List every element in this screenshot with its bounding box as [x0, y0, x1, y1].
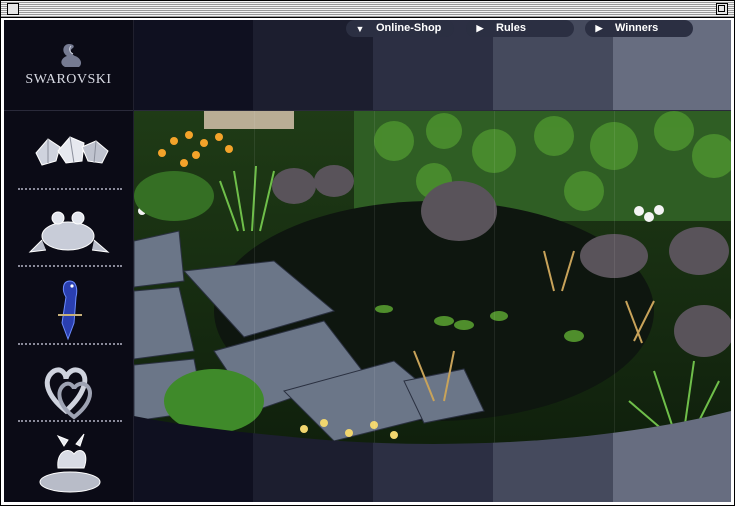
play-arrow-icon: ▶	[476, 23, 484, 33]
brand-name: SWAROVSKI	[25, 72, 112, 87]
play-arrow-icon: ▶	[595, 23, 603, 33]
nav-winners[interactable]: ▶ Winners	[585, 20, 693, 37]
swan-icon	[61, 44, 82, 67]
zoom-box-icon[interactable]	[716, 3, 728, 15]
crystal-hearts-thumbnail[interactable]	[18, 353, 120, 423]
sidebar-divider	[18, 343, 122, 345]
window-title-bar[interactable]	[1, 1, 734, 18]
nav-rules[interactable]: ▶ Rules	[466, 20, 574, 37]
chevron-down-icon: ▼	[355, 23, 365, 34]
crystal-flower-thumbnail[interactable]	[18, 428, 120, 498]
sidebar-divider	[18, 265, 122, 267]
garden-pond-photo	[134, 111, 731, 444]
sidebar-divider	[18, 420, 122, 422]
brand-logo[interactable]: SWAROVSKI	[4, 20, 133, 111]
browser-window: ▼ Online-Shop ▶ Rules ▶ Winners SWAROVSK…	[0, 0, 735, 506]
sidebar: SWAROVSKI	[4, 20, 134, 502]
blue-parrot-thumbnail[interactable]	[18, 275, 120, 345]
crystal-frog-thumbnail[interactable]	[18, 200, 120, 270]
page-content: ▼ Online-Shop ▶ Rules ▶ Winners SWAROVSK…	[4, 20, 731, 502]
sidebar-divider	[18, 188, 122, 190]
crystal-diamonds-thumbnail[interactable]	[18, 123, 120, 193]
nav-online-shop[interactable]: ▼ Online-Shop	[346, 20, 454, 37]
close-box-icon[interactable]	[7, 3, 19, 15]
